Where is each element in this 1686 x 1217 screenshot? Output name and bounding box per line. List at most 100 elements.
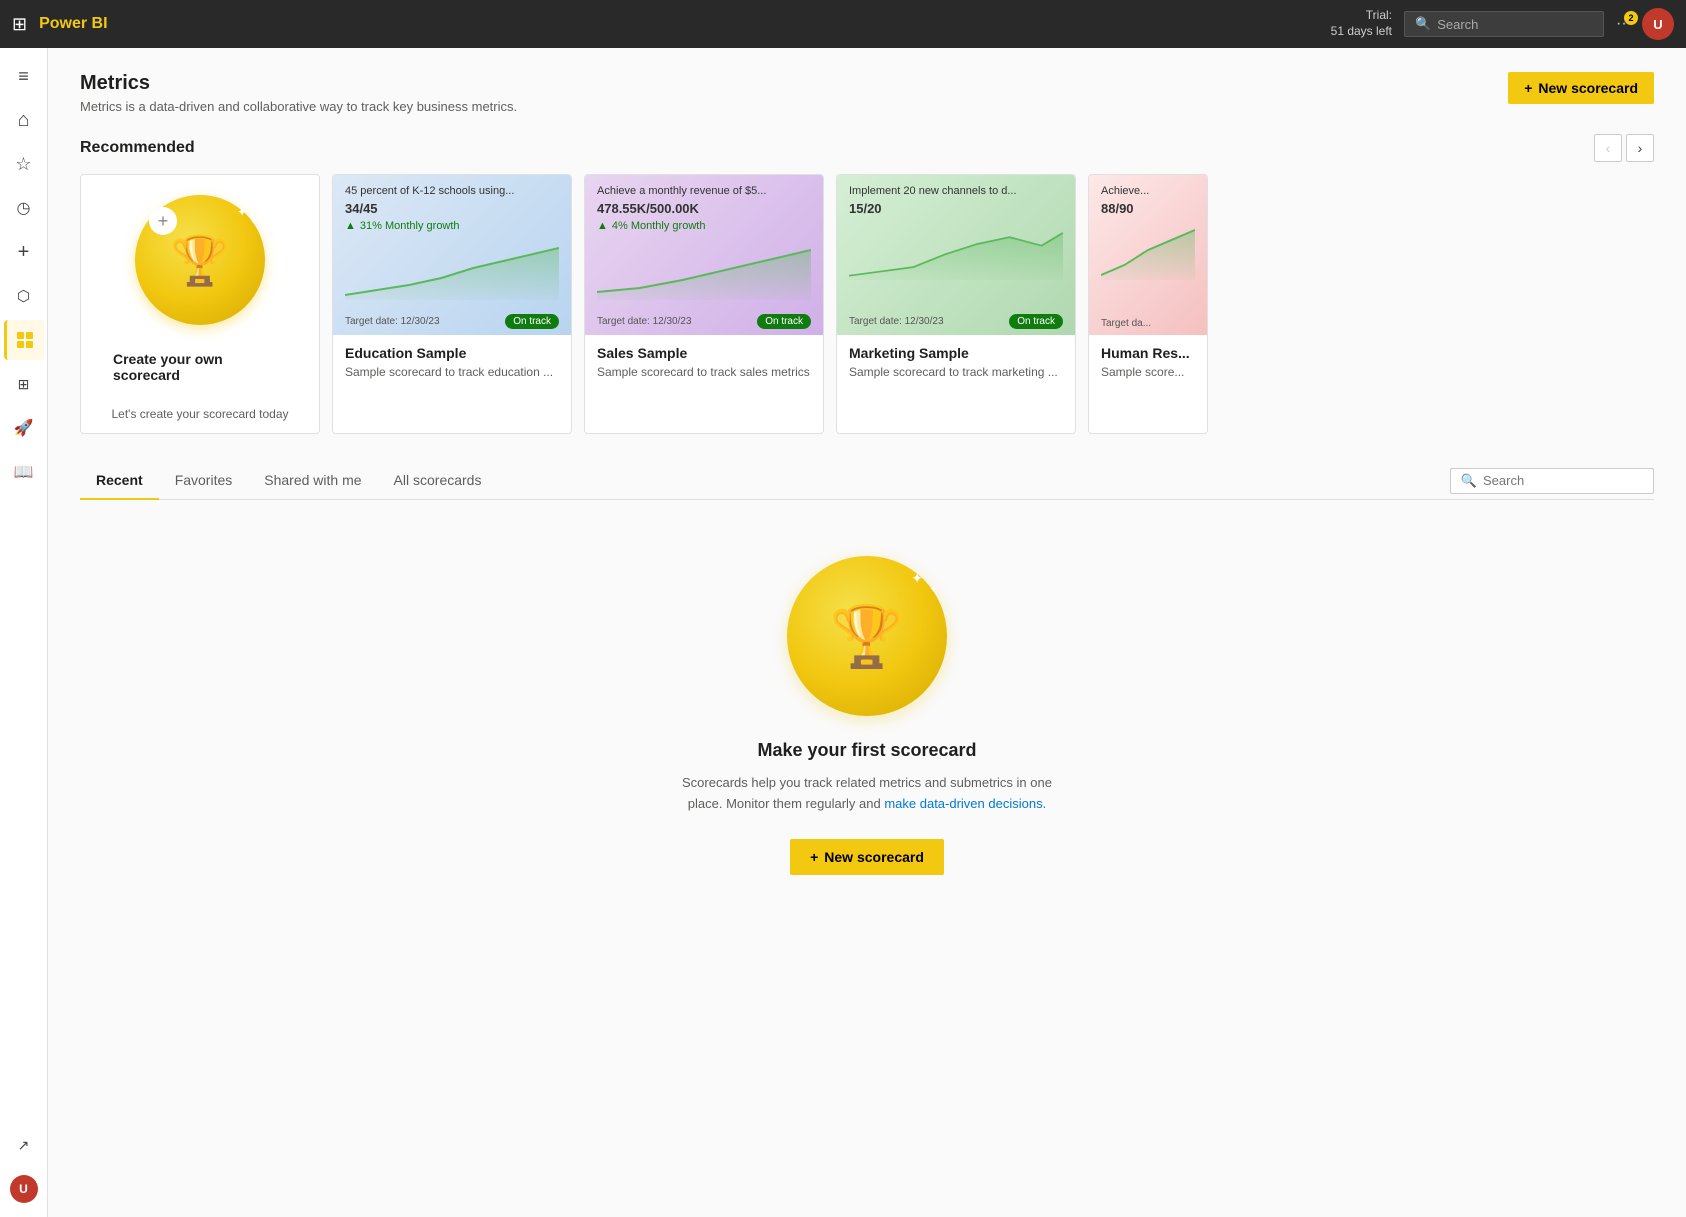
hr-chart — [1101, 220, 1195, 280]
tab-search-wrap: 🔍 — [1450, 468, 1654, 494]
sales-status-badge: On track — [757, 314, 811, 329]
empty-state-title: Make your first scorecard — [757, 740, 976, 761]
sidebar-item-external[interactable]: ↗ — [4, 1125, 44, 1165]
hr-preview-footer: Target da... — [1089, 312, 1207, 335]
scorecards-grid: + ✦ ✦ 🏆 Create your own scorecard Let's … — [80, 174, 1654, 434]
sidebar: ≡ ⌂ ☆ ◷ + ⬡ ⊞ 🚀 📖 ↗ U — [0, 48, 48, 1217]
education-card-subtitle: Sample scorecard to track education ... — [333, 365, 571, 391]
sales-chart — [597, 240, 811, 300]
notification-bell[interactable]: ··· 2 — [1616, 15, 1632, 33]
sidebar-item-favorites[interactable]: ☆ — [4, 144, 44, 184]
hr-card-subtitle: Sample score... — [1089, 365, 1207, 391]
education-preview: 45 percent of K-12 schools using... 34/4… — [333, 175, 571, 335]
hr-preview: Achieve... 88/90 — [1089, 175, 1207, 335]
create-card-title: Create your own scorecard — [101, 341, 299, 387]
education-scorecard-card[interactable]: 45 percent of K-12 schools using... 34/4… — [332, 174, 572, 434]
marketing-scorecard-card[interactable]: Implement 20 new channels to d... 15/20 — [836, 174, 1076, 434]
trophy-icon-med: 🏆 — [830, 601, 905, 672]
search-icon: 🔍 — [1415, 16, 1431, 32]
hr-scorecard-card[interactable]: Achieve... 88/90 — [1088, 174, 1208, 434]
sidebar-item-create[interactable]: + — [4, 232, 44, 272]
recommended-title: Recommended — [80, 139, 195, 157]
marketing-card-title: Marketing Sample — [837, 335, 1075, 365]
page-title: Metrics — [80, 72, 517, 95]
sidebar-item-datahub[interactable]: ⬡ — [4, 276, 44, 316]
tab-search-input[interactable] — [1483, 473, 1643, 488]
search-input[interactable] — [1437, 17, 1593, 32]
metrics-icon — [15, 330, 35, 350]
sales-scorecard-card[interactable]: Achieve a monthly revenue of $5... 478.5… — [584, 174, 824, 434]
plus-circle-icon: + — [149, 207, 177, 235]
sales-preview-footer: Target date: 12/30/23 On track — [585, 308, 823, 335]
main-layout: ≡ ⌂ ☆ ◷ + ⬡ ⊞ 🚀 📖 ↗ U Metrics Metrics — [0, 48, 1686, 1217]
sales-preview-text: Achieve a monthly revenue of $5... — [597, 185, 811, 197]
tab-search-bar[interactable]: 🔍 — [1450, 468, 1654, 494]
education-counter: 34/45 — [345, 201, 559, 216]
hr-preview-text: Achieve... — [1101, 185, 1195, 197]
marketing-status-badge: On track — [1009, 314, 1063, 329]
create-card-content: + ✦ ✦ 🏆 Create your own scorecard — [81, 175, 319, 407]
education-growth: ▲ 31% Monthly growth — [345, 220, 559, 232]
nav-next-button[interactable]: › — [1626, 134, 1654, 162]
marketing-chart — [849, 220, 1063, 280]
tab-search-icon: 🔍 — [1461, 473, 1477, 489]
recommended-section-header: Recommended ‹ › — [80, 134, 1654, 162]
sidebar-item-apps[interactable]: ⊞ — [4, 364, 44, 404]
grid-icon[interactable]: ⊞ — [12, 14, 27, 35]
topbar-icons: ··· 2 U — [1616, 8, 1674, 40]
nav-arrows: ‹ › — [1594, 134, 1654, 162]
tab-recent[interactable]: Recent — [80, 462, 159, 500]
nav-prev-button[interactable]: ‹ — [1594, 134, 1622, 162]
new-scorecard-button[interactable]: + New scorecard — [1508, 72, 1654, 104]
sales-counter: 478.55K/500.00K — [597, 201, 811, 216]
growth-arrow-icon: ▲ — [597, 220, 608, 232]
trophy-icon: 🏆 — [170, 232, 230, 289]
sales-preview-content: Achieve a monthly revenue of $5... 478.5… — [585, 175, 823, 315]
app-logo: Power BI — [39, 15, 107, 33]
sidebar-item-menu[interactable]: ≡ — [4, 56, 44, 96]
marketing-preview-content: Implement 20 new channels to d... 15/20 — [837, 175, 1075, 295]
sidebar-item-learn[interactable]: 🚀 — [4, 408, 44, 448]
marketing-preview: Implement 20 new channels to d... 15/20 — [837, 175, 1075, 335]
sidebar-item-recent[interactable]: ◷ — [4, 188, 44, 228]
hr-card-title: Human Res... — [1089, 335, 1207, 365]
trophy-circle: + ✦ ✦ 🏆 — [135, 195, 265, 325]
empty-state-btn-label: New scorecard — [824, 849, 924, 865]
sidebar-item-home[interactable]: ⌂ — [4, 100, 44, 140]
sales-card-subtitle: Sample scorecard to track sales metrics — [585, 365, 823, 391]
empty-state-description: Scorecards help you track related metric… — [682, 773, 1052, 815]
tab-favorites[interactable]: Favorites — [159, 462, 249, 500]
topbar: ⊞ Power BI Trial: 51 days left 🔍 ··· 2 U — [0, 0, 1686, 48]
tab-all[interactable]: All scorecards — [378, 462, 498, 500]
notification-badge: 2 — [1624, 11, 1638, 25]
marketing-card-subtitle: Sample scorecard to track marketing ... — [837, 365, 1075, 391]
search-bar[interactable]: 🔍 — [1404, 11, 1604, 37]
education-preview-footer: Target date: 12/30/23 On track — [333, 308, 571, 335]
avatar[interactable]: U — [1642, 8, 1674, 40]
marketing-preview-footer: Target date: 12/30/23 On track — [837, 308, 1075, 335]
sidebar-item-account[interactable]: U — [4, 1169, 44, 1209]
make-data-link[interactable]: make data-driven decisions — [884, 796, 1042, 811]
metrics-header: Metrics Metrics is a data-driven and col… — [80, 72, 1654, 114]
empty-state-new-scorecard-button[interactable]: + New scorecard — [790, 839, 944, 875]
sparkle-med-icon-1: ✦ — [911, 570, 923, 587]
marketing-counter: 15/20 — [849, 201, 1063, 216]
education-preview-content: 45 percent of K-12 schools using... 34/4… — [333, 175, 571, 315]
sidebar-item-workbook[interactable]: 📖 — [4, 452, 44, 492]
empty-state: ✦ ✦ 🏆 Make your first scorecard Scorecar… — [80, 524, 1654, 907]
hr-preview-content: Achieve... 88/90 — [1089, 175, 1207, 295]
growth-arrow-icon: ▲ — [345, 220, 356, 232]
create-scorecard-card[interactable]: + ✦ ✦ 🏆 Create your own scorecard Let's … — [80, 174, 320, 434]
education-preview-text: 45 percent of K-12 schools using... — [345, 185, 559, 197]
sidebar-item-metrics[interactable] — [4, 320, 44, 360]
education-card-title: Education Sample — [333, 335, 571, 365]
create-card-subtitle: Let's create your scorecard today — [81, 407, 319, 433]
tab-shared[interactable]: Shared with me — [248, 462, 377, 500]
education-status-badge: On track — [505, 314, 559, 329]
trial-info: Trial: 51 days left — [1331, 8, 1392, 39]
metrics-title-block: Metrics Metrics is a data-driven and col… — [80, 72, 517, 114]
page-subtitle: Metrics is a data-driven and collaborati… — [80, 99, 517, 114]
sales-growth: ▲ 4% Monthly growth — [597, 220, 811, 232]
trophy-circle-medium: ✦ ✦ 🏆 — [787, 556, 947, 716]
marketing-preview-text: Implement 20 new channels to d... — [849, 185, 1063, 197]
